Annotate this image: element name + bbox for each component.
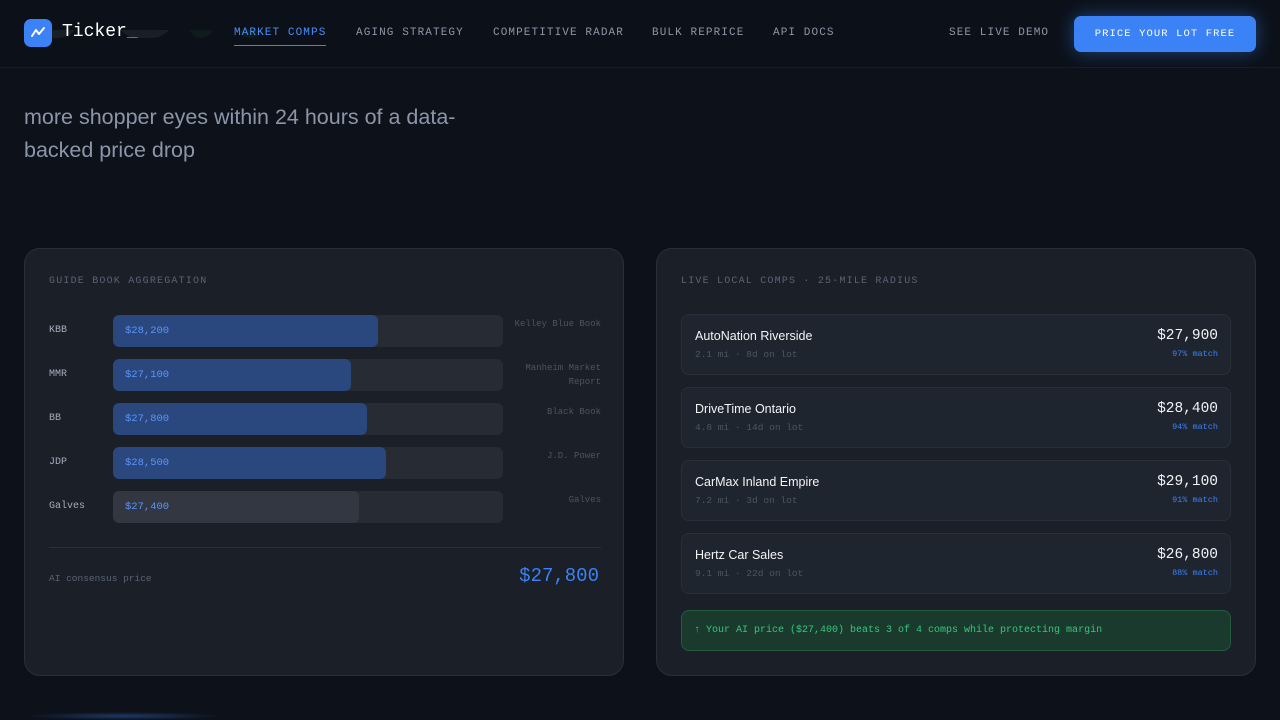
guide-bar-track: $27,400 (113, 491, 503, 523)
guide-abbr: MMR (49, 369, 68, 380)
comp-price: $26,800 (1157, 547, 1218, 563)
comp-meta: 4.8 mi · 14d on lot (695, 422, 804, 433)
price-advantage-banner: ↑ Your AI price ($27,400) beats 3 of 4 c… (681, 610, 1231, 651)
local-comps-card: LIVE LOCAL COMPS · 25-MILE RADIUS AutoNa… (656, 248, 1256, 676)
guide-value: $27,800 (125, 413, 170, 425)
comp-meta: 9.1 mi · 22d on lot (695, 568, 804, 579)
divider (49, 547, 601, 548)
guide-row: KBB $28,200 Kelley Blue Book (49, 315, 601, 347)
top-navbar: Ticker_ MARKET COMPS AGING STRATEGY COMP… (0, 0, 1280, 68)
comp-dealer-name: DriveTime Ontario (695, 402, 796, 416)
comp-meta: 2.1 mi · 8d on lot (695, 349, 798, 360)
guide-full-name: Kelley Blue Book (514, 319, 601, 329)
consensus-price: $27,800 (519, 565, 599, 587)
guide-full-name: Black Book (546, 407, 601, 417)
comp-listing[interactable]: Hertz Car Sales 9.1 mi · 22d on lot $26,… (681, 533, 1231, 594)
comp-price: $28,400 (1157, 401, 1218, 417)
guide-bar-track: $28,200 (113, 315, 503, 347)
nav-competitive-radar[interactable]: COMPETITIVE RADAR (493, 27, 624, 39)
guide-bar-track: $27,800 (113, 403, 503, 435)
guide-abbr: KBB (49, 325, 68, 336)
guide-full-name: Galves (568, 495, 601, 505)
guide-bar-track: $28,500 (113, 447, 503, 479)
guide-abbr: Galves (49, 501, 86, 512)
comp-match: 97% match (1172, 349, 1218, 359)
comp-match: 91% match (1172, 495, 1218, 505)
comp-listing[interactable]: CarMax Inland Empire 7.2 mi · 3d on lot … (681, 460, 1231, 521)
guide-value: $28,200 (125, 325, 170, 337)
guide-value: $28,500 (125, 457, 170, 469)
guide-row: JDP $28,500 J.D. Power (49, 447, 601, 479)
comp-meta: 7.2 mi · 3d on lot (695, 495, 798, 506)
comp-match: 94% match (1172, 422, 1218, 432)
logo-text: Ticker (62, 22, 127, 42)
guide-row: Galves $27,400 Galves (49, 491, 601, 523)
comp-dealer-name: CarMax Inland Empire (695, 475, 820, 489)
price-your-lot-button[interactable]: PRICE YOUR LOT FREE (1074, 16, 1256, 52)
consensus-label: AI consensus price (49, 573, 152, 584)
nav-market-comps[interactable]: MARKET COMPS (234, 27, 327, 46)
guide-row: MMR $27,100 Manheim Market Report (49, 359, 601, 391)
guide-full-name: Manheim Market Report (525, 363, 601, 387)
local-comps-title: LIVE LOCAL COMPS · 25-MILE RADIUS (681, 276, 919, 287)
guide-book-title: GUIDE BOOK AGGREGATION (49, 276, 208, 287)
guide-value: $27,100 (125, 369, 170, 381)
comp-dealer-name: Hertz Car Sales (695, 548, 784, 562)
guide-abbr: JDP (49, 457, 68, 468)
bottom-glow (24, 712, 224, 720)
trend-line-icon[interactable] (24, 19, 52, 47)
hero-subtitle: more shopper eyes within 24 hours of a d… (24, 105, 456, 162)
guide-row: BB $27,800 Black Book (49, 403, 601, 435)
guide-abbr: BB (49, 413, 62, 424)
comp-listing[interactable]: DriveTime Ontario 4.8 mi · 14d on lot $2… (681, 387, 1231, 448)
nav-aging-strategy[interactable]: AGING STRATEGY (356, 27, 464, 39)
comp-price: $29,100 (1157, 474, 1218, 490)
guide-value: $27,400 (125, 501, 170, 513)
see-live-demo-link[interactable]: SEE LIVE DEMO (949, 27, 1049, 39)
nav-api-docs[interactable]: API DOCS (773, 27, 835, 39)
comp-match: 88% match (1172, 568, 1218, 578)
guide-book-card: GUIDE BOOK AGGREGATION KBB $28,200 Kelle… (24, 248, 624, 676)
comp-listing[interactable]: AutoNation Riverside 2.1 mi · 8d on lot … (681, 314, 1231, 375)
logo-cursor: _ (126, 22, 138, 42)
guide-bar-track: $27,100 (113, 359, 503, 391)
comp-price: $27,900 (1157, 328, 1218, 344)
comp-dealer-name: AutoNation Riverside (695, 329, 813, 343)
nav-bulk-reprice[interactable]: BULK REPRICE (652, 27, 744, 39)
logo[interactable]: Ticker_ (62, 22, 138, 42)
guide-full-name: J.D. Power (546, 451, 601, 461)
